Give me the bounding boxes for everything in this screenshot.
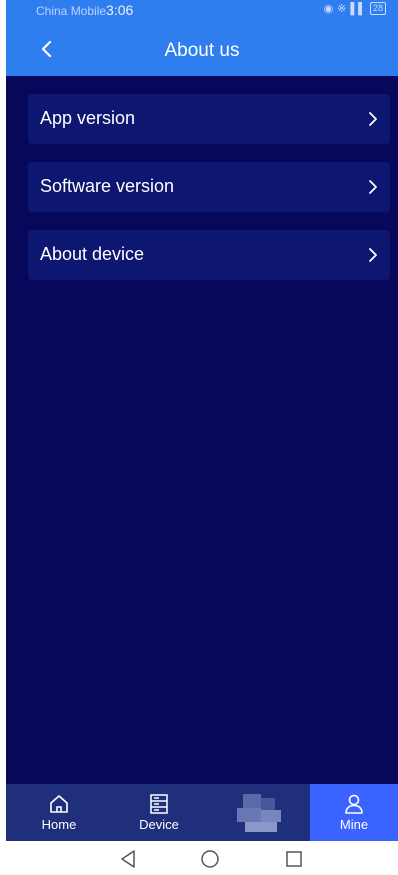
carrier-time: China Mobile3:06 xyxy=(36,2,133,18)
chevron-right-icon xyxy=(369,112,377,126)
home-icon xyxy=(50,795,68,813)
tab-label: Mine xyxy=(339,817,369,832)
user-icon xyxy=(345,794,363,814)
chevron-right-icon xyxy=(369,248,377,262)
battery-icon: 28 xyxy=(369,2,386,15)
menu-item-about-device[interactable]: About device xyxy=(28,230,390,280)
tab-device[interactable]: Device xyxy=(124,784,194,841)
status-icons: ◉ ※ ▌▌ 28 xyxy=(324,2,386,15)
recents-square-icon[interactable] xyxy=(282,847,306,871)
app-screen: China Mobile3:06 ◉ ※ ▌▌ 28 About us App … xyxy=(6,0,398,841)
menu-item-label: Software version xyxy=(40,176,175,196)
bluetooth-icon: ※ xyxy=(337,3,347,15)
signal-icon: ▌▌ xyxy=(350,2,366,15)
bottom-tab-bar: Home Device Mine xyxy=(6,784,398,841)
tab-label: Device xyxy=(139,817,179,832)
tab-mine[interactable]: Mine xyxy=(310,784,398,841)
menu-item-software-version[interactable]: Software version xyxy=(28,162,390,212)
tab-blurred[interactable] xyxy=(232,784,288,841)
device-list-icon xyxy=(150,794,168,814)
clock: 3:06 xyxy=(106,2,134,18)
home-circle-icon[interactable] xyxy=(198,847,222,871)
menu-item-app-version[interactable]: App version xyxy=(28,94,390,144)
blurred-icon xyxy=(235,794,285,832)
carrier-name: China Mobile xyxy=(36,4,107,18)
tab-home[interactable]: Home xyxy=(33,784,85,841)
alarm-icon: ◉ xyxy=(323,3,334,15)
page-title: About us xyxy=(164,40,240,61)
back-triangle-icon[interactable] xyxy=(116,847,140,871)
header-bar: China Mobile3:06 ◉ ※ ▌▌ 28 About us xyxy=(6,0,398,76)
menu-item-label: About device xyxy=(40,244,145,264)
system-nav-bar xyxy=(0,841,398,875)
menu-item-label: App version xyxy=(40,108,136,128)
chevron-right-icon xyxy=(369,180,377,194)
status-bar: China Mobile3:06 ◉ ※ ▌▌ 28 xyxy=(6,0,398,18)
tab-label: Home xyxy=(41,817,77,832)
